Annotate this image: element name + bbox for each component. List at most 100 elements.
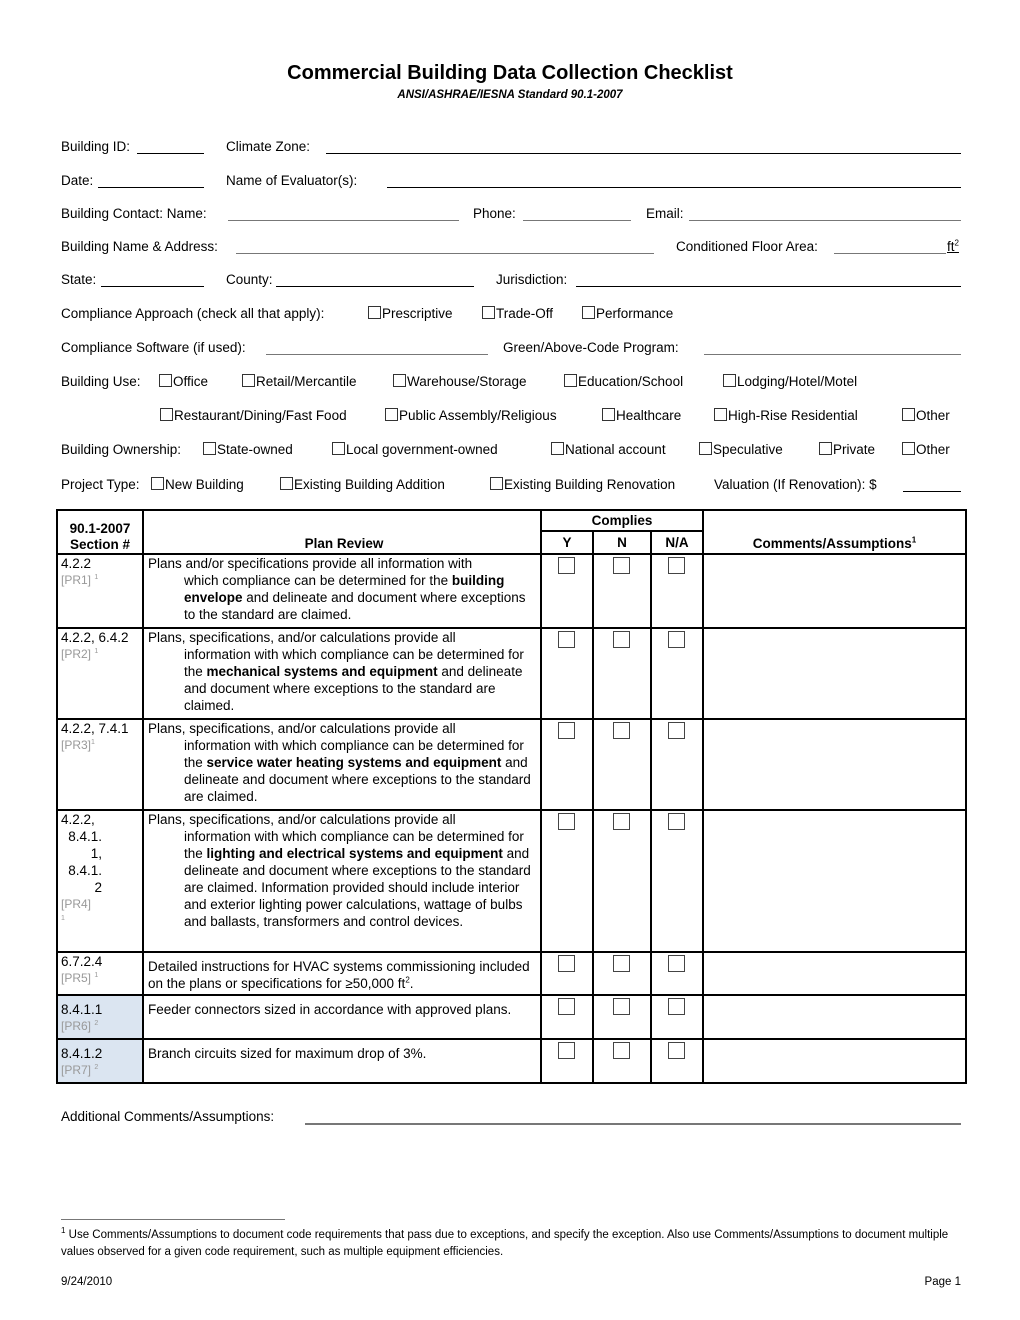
checkbox[interactable] — [159, 374, 172, 387]
building-id-field[interactable] — [137, 153, 204, 154]
checkbox-na[interactable] — [668, 813, 685, 830]
comments-cell[interactable] — [702, 994, 967, 1040]
document-title: Commercial Building Data Collection Chec… — [287, 62, 733, 84]
comments-cell[interactable] — [702, 809, 967, 953]
checkbox-y[interactable] — [558, 955, 575, 972]
checkbox-na[interactable] — [668, 955, 685, 972]
checkbox-na[interactable] — [668, 557, 685, 574]
section-cell: 8.4.1.2 [PR7] 2 — [56, 1038, 144, 1084]
project-new[interactable]: New Building — [151, 476, 244, 494]
checkbox[interactable] — [551, 442, 564, 455]
use-public-assembly[interactable]: Public Assembly/Religious — [385, 407, 557, 425]
option-label: Restaurant/Dining/Fast Food — [174, 408, 347, 423]
checkbox[interactable] — [482, 306, 495, 319]
use-healthcare[interactable]: Healthcare — [602, 407, 681, 425]
checkbox[interactable] — [385, 408, 398, 421]
checkbox-n[interactable] — [613, 955, 630, 972]
county-field[interactable] — [276, 286, 474, 287]
checkbox[interactable] — [699, 442, 712, 455]
checkbox[interactable] — [714, 408, 727, 421]
use-other[interactable]: Other — [902, 407, 950, 425]
climate-zone-field[interactable] — [326, 153, 961, 154]
checkbox[interactable] — [723, 374, 736, 387]
option-prescriptive[interactable]: Prescriptive — [368, 305, 453, 323]
checkbox[interactable] — [160, 408, 173, 421]
project-addition[interactable]: Existing Building Addition — [280, 476, 445, 494]
checkbox[interactable] — [151, 477, 164, 490]
checkbox-na[interactable] — [668, 1042, 685, 1059]
checkbox[interactable] — [242, 374, 255, 387]
checkbox-y[interactable] — [558, 722, 575, 739]
use-office[interactable]: Office — [159, 373, 208, 391]
ownership-private[interactable]: Private — [819, 441, 875, 459]
checkbox-n[interactable] — [613, 557, 630, 574]
checkbox-na[interactable] — [668, 631, 685, 648]
checkbox-n[interactable] — [613, 813, 630, 830]
checkbox-y[interactable] — [558, 557, 575, 574]
checkbox[interactable] — [902, 442, 915, 455]
checkbox[interactable] — [490, 477, 503, 490]
comments-cell[interactable] — [702, 718, 967, 811]
use-warehouse[interactable]: Warehouse/Storage — [393, 373, 527, 391]
floor-area-field[interactable] — [834, 253, 946, 254]
ownership-national[interactable]: National account — [551, 441, 666, 459]
table-row: 4.2.2, 6.4.2 [PR2] 1 Plans, specification… — [56, 627, 967, 720]
option-performance[interactable]: Performance — [582, 305, 673, 323]
use-retail[interactable]: Retail/Mercantile — [242, 373, 357, 391]
comments-cell[interactable] — [702, 553, 967, 629]
plan-text: which compliance can be determined for t… — [184, 573, 452, 588]
use-education[interactable]: Education/School — [564, 373, 683, 391]
checkbox-y[interactable] — [558, 813, 575, 830]
checkbox[interactable] — [393, 374, 406, 387]
phone-field[interactable] — [523, 220, 631, 221]
checkbox[interactable] — [564, 374, 577, 387]
checkbox[interactable] — [819, 442, 832, 455]
ownership-state[interactable]: State-owned — [203, 441, 293, 459]
option-trade-off[interactable]: Trade-Off — [482, 305, 553, 323]
additional-comments-field[interactable] — [305, 1123, 961, 1125]
name-address-field[interactable] — [236, 253, 654, 254]
checkbox[interactable] — [203, 442, 216, 455]
checkbox-y[interactable] — [558, 631, 575, 648]
comments-cell[interactable] — [702, 1038, 967, 1084]
section-number-line: 4.2.2, — [61, 812, 95, 827]
plan-text-rest: information with which compliance can be… — [148, 646, 540, 714]
email-field[interactable] — [689, 220, 961, 221]
comments-cell[interactable] — [702, 627, 967, 720]
evaluators-field[interactable] — [387, 187, 961, 188]
checkbox-n[interactable] — [613, 998, 630, 1015]
floor-area-unit: ft2 — [947, 238, 959, 256]
jurisdiction-field[interactable] — [576, 286, 961, 287]
use-lodging[interactable]: Lodging/Hotel/Motel — [723, 373, 857, 391]
date-field[interactable] — [98, 187, 204, 188]
valuation-field[interactable] — [903, 491, 961, 492]
checkbox-n[interactable] — [613, 631, 630, 648]
contact-name-field[interactable] — [228, 220, 459, 221]
ownership-speculative[interactable]: Speculative — [699, 441, 783, 459]
project-renovation[interactable]: Existing Building Renovation — [490, 476, 675, 494]
checkbox[interactable] — [902, 408, 915, 421]
checkbox-na[interactable] — [668, 998, 685, 1015]
software-field[interactable] — [266, 354, 488, 355]
checkbox-y[interactable] — [558, 1042, 575, 1059]
ownership-local[interactable]: Local government-owned — [332, 441, 498, 459]
checkbox[interactable] — [332, 442, 345, 455]
table-row: 6.7.2.4 [PR5] 1 Detailed instructions for… — [56, 951, 967, 996]
state-field[interactable] — [101, 286, 204, 287]
checkbox-y[interactable] — [558, 998, 575, 1015]
ownership-other[interactable]: Other — [902, 441, 950, 459]
checkbox-n[interactable] — [613, 722, 630, 739]
comments-cell[interactable] — [702, 951, 967, 996]
use-restaurant[interactable]: Restaurant/Dining/Fast Food — [160, 407, 347, 425]
green-program-field[interactable] — [704, 354, 961, 355]
option-label: New Building — [165, 477, 244, 492]
use-high-rise[interactable]: High-Rise Residential — [714, 407, 858, 425]
checkbox[interactable] — [368, 306, 381, 319]
option-label: Warehouse/Storage — [407, 374, 527, 389]
checkbox[interactable] — [602, 408, 615, 421]
checkbox[interactable] — [280, 477, 293, 490]
valuation-label: Valuation (If Renovation): $ — [714, 477, 877, 492]
checkbox[interactable] — [582, 306, 595, 319]
checkbox-na[interactable] — [668, 722, 685, 739]
checkbox-n[interactable] — [613, 1042, 630, 1059]
